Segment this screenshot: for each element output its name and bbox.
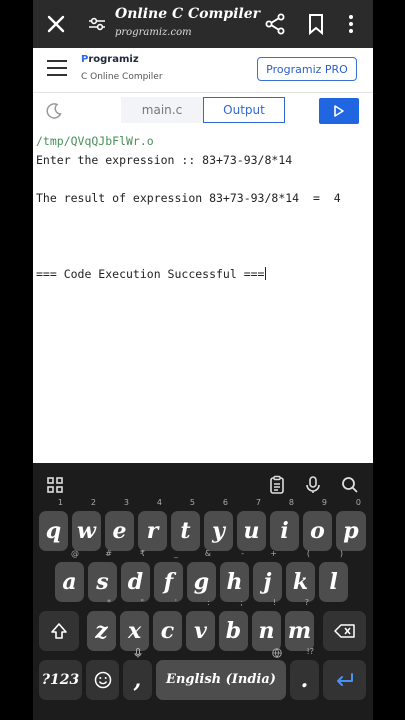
tab-output[interactable]: Output [203, 97, 285, 123]
key-x[interactable]: " x [120, 598, 149, 651]
key-f[interactable]: _ f [154, 549, 183, 602]
key-v[interactable]: :v [186, 598, 215, 651]
output-line-path: /tmp/QVqQJbFlWr.o [36, 134, 154, 148]
run-button[interactable] [319, 98, 359, 124]
phone-screen: Online C Compiler programiz.com Programi… [33, 0, 373, 720]
key-d[interactable]: ₹ d [121, 549, 150, 602]
shift-arrow-icon [51, 623, 67, 639]
browser-bar: Online C Compiler programiz.com [33, 0, 373, 48]
key-z[interactable]: * z [87, 598, 116, 651]
emoji-key[interactable] [86, 660, 119, 700]
bookmark-icon[interactable] [305, 12, 327, 36]
key-k[interactable]: (k [286, 549, 315, 602]
key-p[interactable]: 0p [336, 498, 366, 551]
close-icon[interactable] [43, 11, 69, 37]
output-console[interactable]: /tmp/QVqQJbFlWr.o Enter the expression :… [33, 131, 373, 463]
play-icon [334, 105, 344, 117]
key-w[interactable]: 2w [72, 498, 101, 551]
key-s[interactable]: # s [88, 549, 117, 602]
globe-icon [272, 648, 282, 658]
on-screen-keyboard: 1q 2w 3e 4r 5t 6y 7u 8i 9o 0p @ a # s ₹ d _… [33, 463, 373, 720]
hamburger-menu-icon[interactable] [47, 60, 67, 78]
site-header: Programiz C Online Compiler Programiz PR… [33, 48, 373, 93]
key-i[interactable]: 8i [270, 498, 299, 551]
site-subtitle: C Online Compiler [81, 72, 163, 82]
programiz-logo[interactable]: Programiz [81, 54, 139, 65]
key-t[interactable]: 5t [171, 498, 200, 551]
key-g[interactable]: & g [187, 549, 216, 602]
comma-key[interactable]: , [123, 648, 152, 700]
page-title: Online C Compiler [115, 6, 260, 22]
key-b[interactable]: ; b [219, 598, 248, 651]
emoji-icon [94, 671, 111, 689]
output-line-prompt: Enter the expression :: 83+73-93/8*14 [36, 153, 293, 167]
text-cursor [265, 267, 267, 280]
key-n[interactable]: ! n [252, 598, 281, 651]
output-line-result: The result of expression 83+73-93/8*14 =… [36, 191, 341, 205]
key-y[interactable]: 6y [204, 498, 233, 551]
key-q[interactable]: 1q [39, 498, 68, 551]
period-key[interactable]: !?. [290, 647, 319, 700]
backspace-key[interactable] [323, 611, 366, 651]
enter-arrow-icon [336, 673, 353, 686]
enter-key[interactable] [323, 660, 366, 700]
tab-main-c[interactable]: main.c [121, 97, 203, 123]
editor-toolbar: main.c Output [33, 93, 373, 132]
space-bar[interactable]: English (India) [156, 648, 286, 700]
key-r[interactable]: 4r [138, 498, 167, 551]
clipboard-icon[interactable] [267, 475, 287, 495]
key-j[interactable]: + j [253, 549, 282, 602]
key-u[interactable]: 7u [237, 498, 266, 551]
share-icon[interactable] [263, 12, 287, 36]
mic-hint-icon [134, 648, 142, 658]
key-a[interactable]: @ a [55, 549, 84, 602]
microphone-icon[interactable] [303, 475, 323, 495]
symbols-key[interactable]: ?123 [39, 660, 82, 700]
page-url[interactable]: programiz.com [115, 27, 192, 38]
programiz-pro-button[interactable]: Programiz PRO [257, 57, 357, 81]
backspace-icon [333, 624, 355, 638]
site-settings-icon[interactable] [85, 12, 109, 36]
key-h[interactable]: -h [220, 549, 249, 602]
apps-grid-icon[interactable] [45, 475, 65, 495]
shift-key[interactable] [39, 611, 79, 651]
dark-mode-moon-icon[interactable] [45, 102, 63, 120]
search-icon[interactable] [340, 475, 360, 495]
key-e[interactable]: 3e [105, 498, 134, 551]
key-o[interactable]: 9o [303, 498, 332, 551]
more-options-icon[interactable] [343, 12, 359, 36]
output-line-status: === Code Execution Successful === [36, 267, 267, 281]
key-m[interactable]: ? m [285, 598, 314, 651]
key-l[interactable]: ) l [319, 549, 348, 602]
key-c[interactable]: ' c [153, 598, 182, 651]
